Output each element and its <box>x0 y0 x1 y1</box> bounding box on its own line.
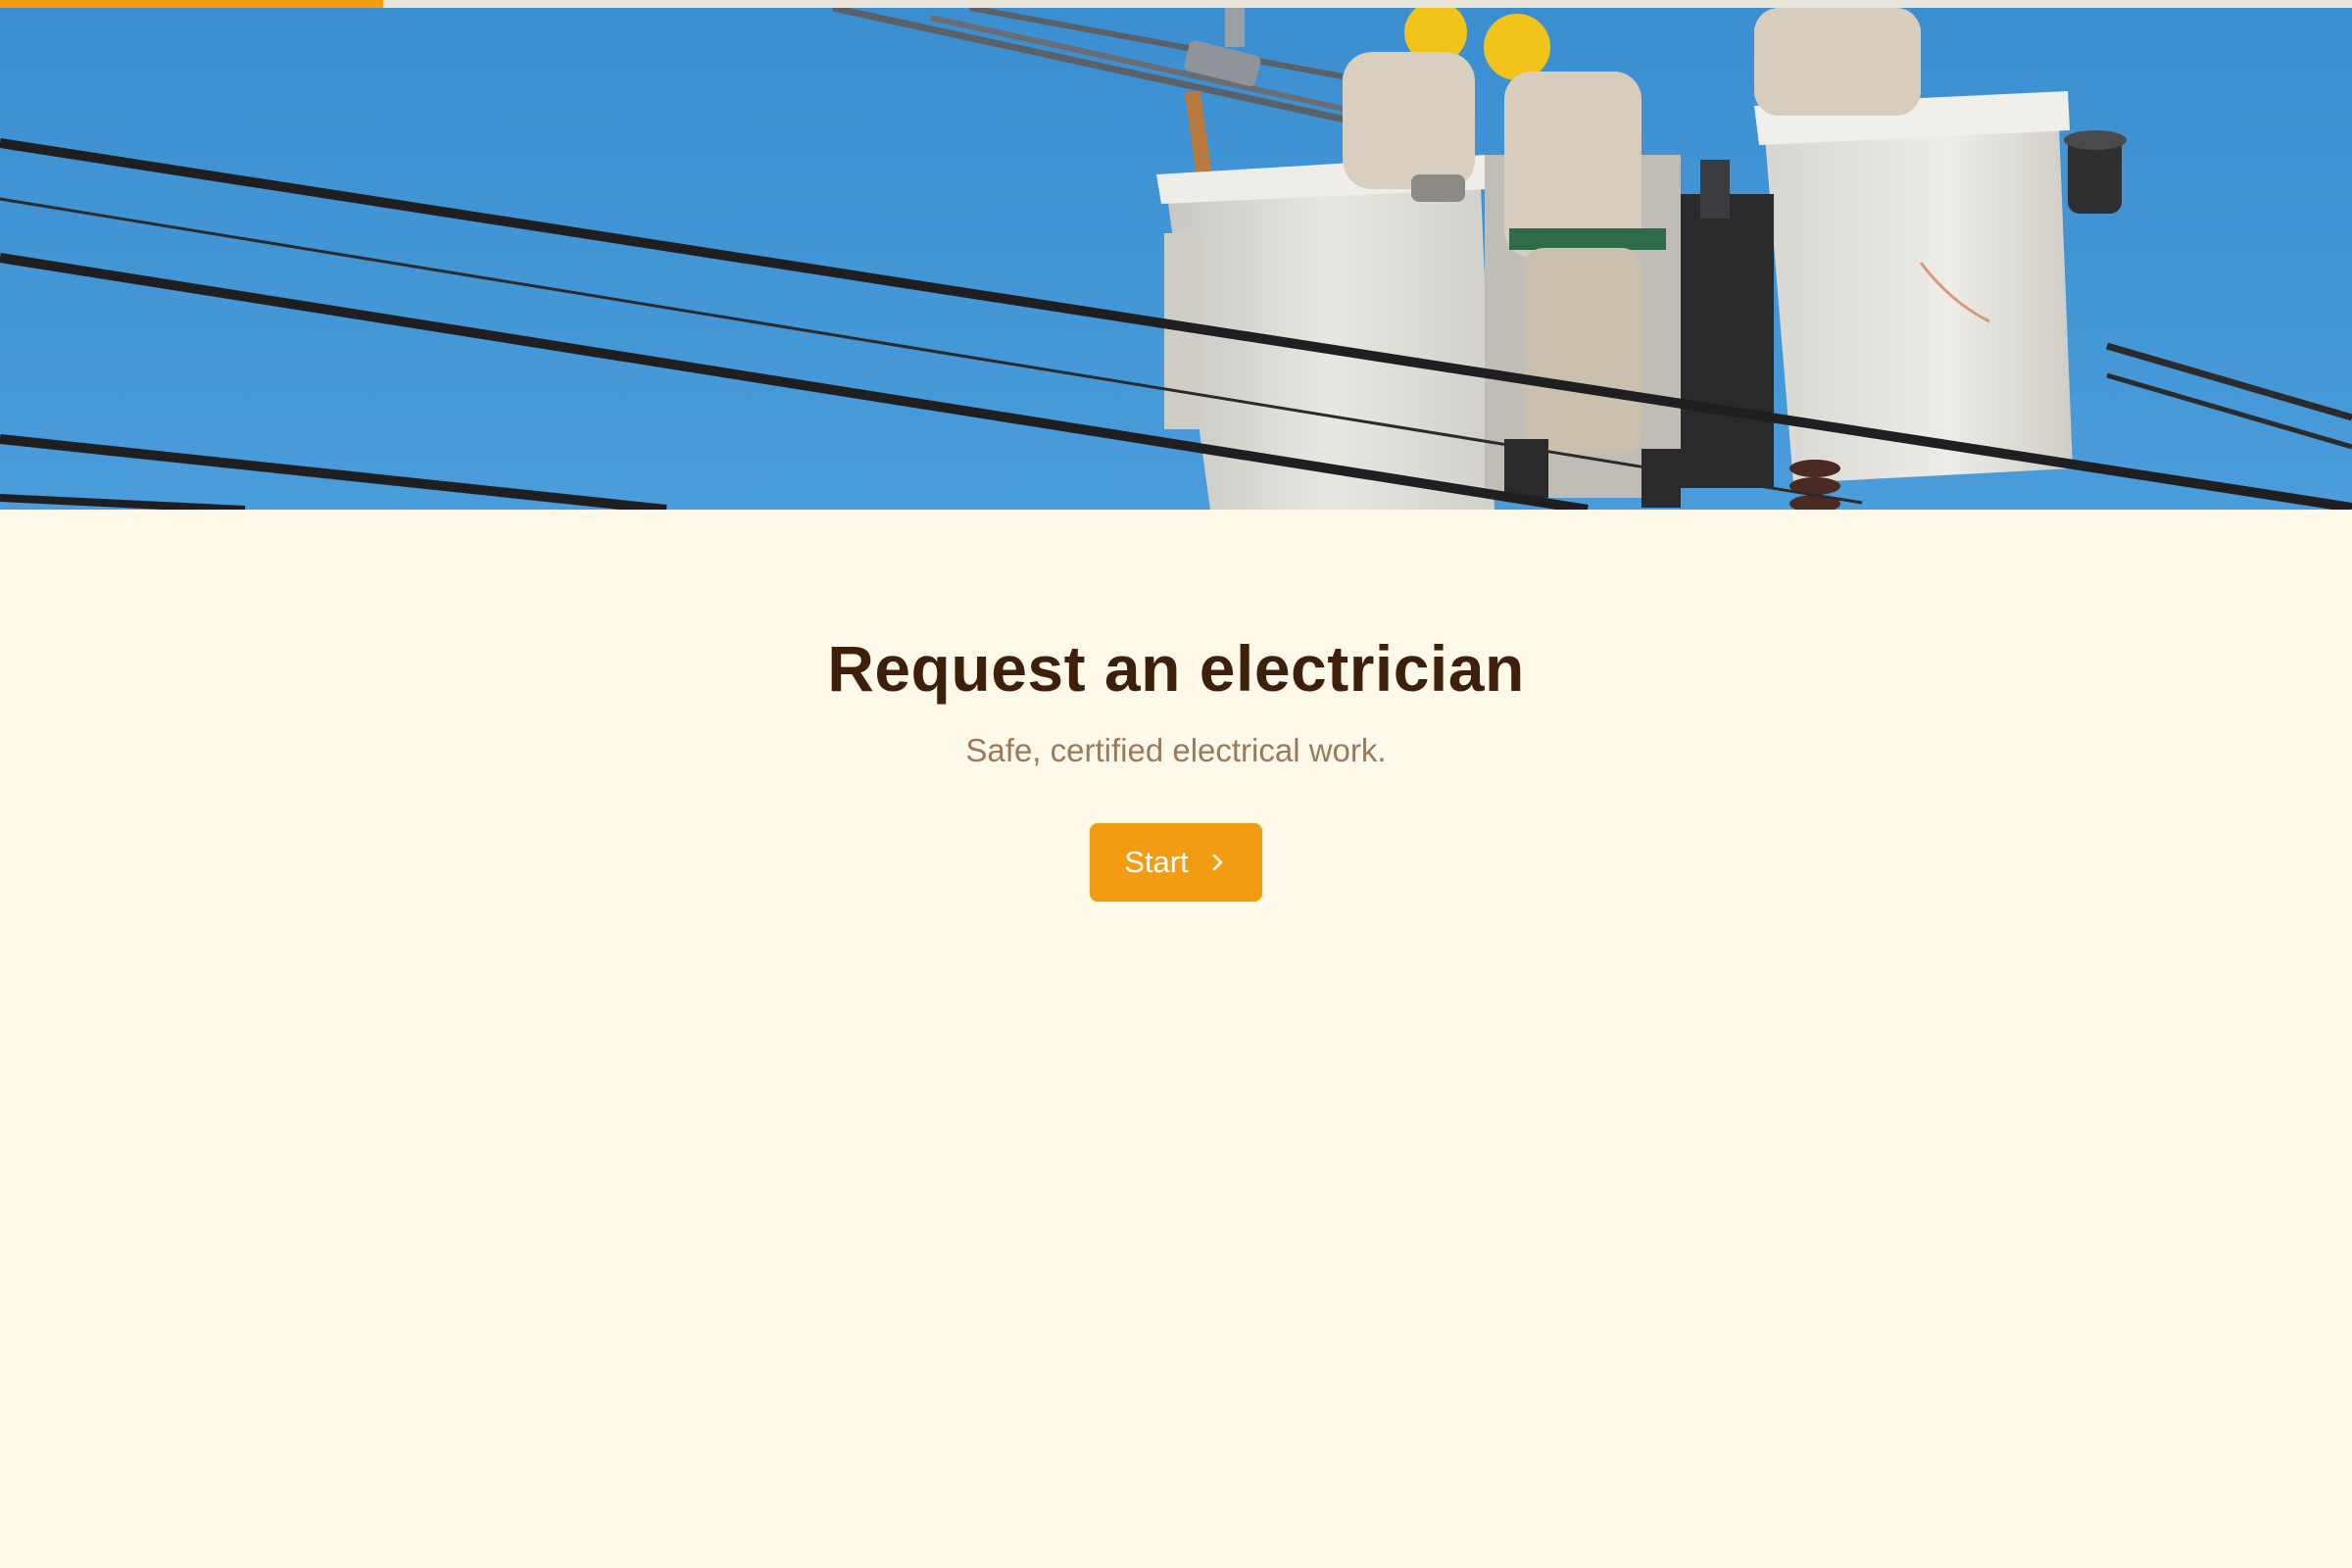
electricians-bucket-truck-image <box>0 8 2352 510</box>
start-button-label: Start <box>1124 845 1189 879</box>
progress-bar-fill <box>0 0 384 8</box>
page-title: Request an electrician <box>827 632 1525 705</box>
start-button[interactable]: Start <box>1090 823 1262 902</box>
page-subtitle: Safe, certified electrical work. <box>965 732 1387 768</box>
chevron-right-icon <box>1206 852 1228 873</box>
progress-bar <box>0 0 2352 8</box>
hero-image <box>0 8 2352 510</box>
